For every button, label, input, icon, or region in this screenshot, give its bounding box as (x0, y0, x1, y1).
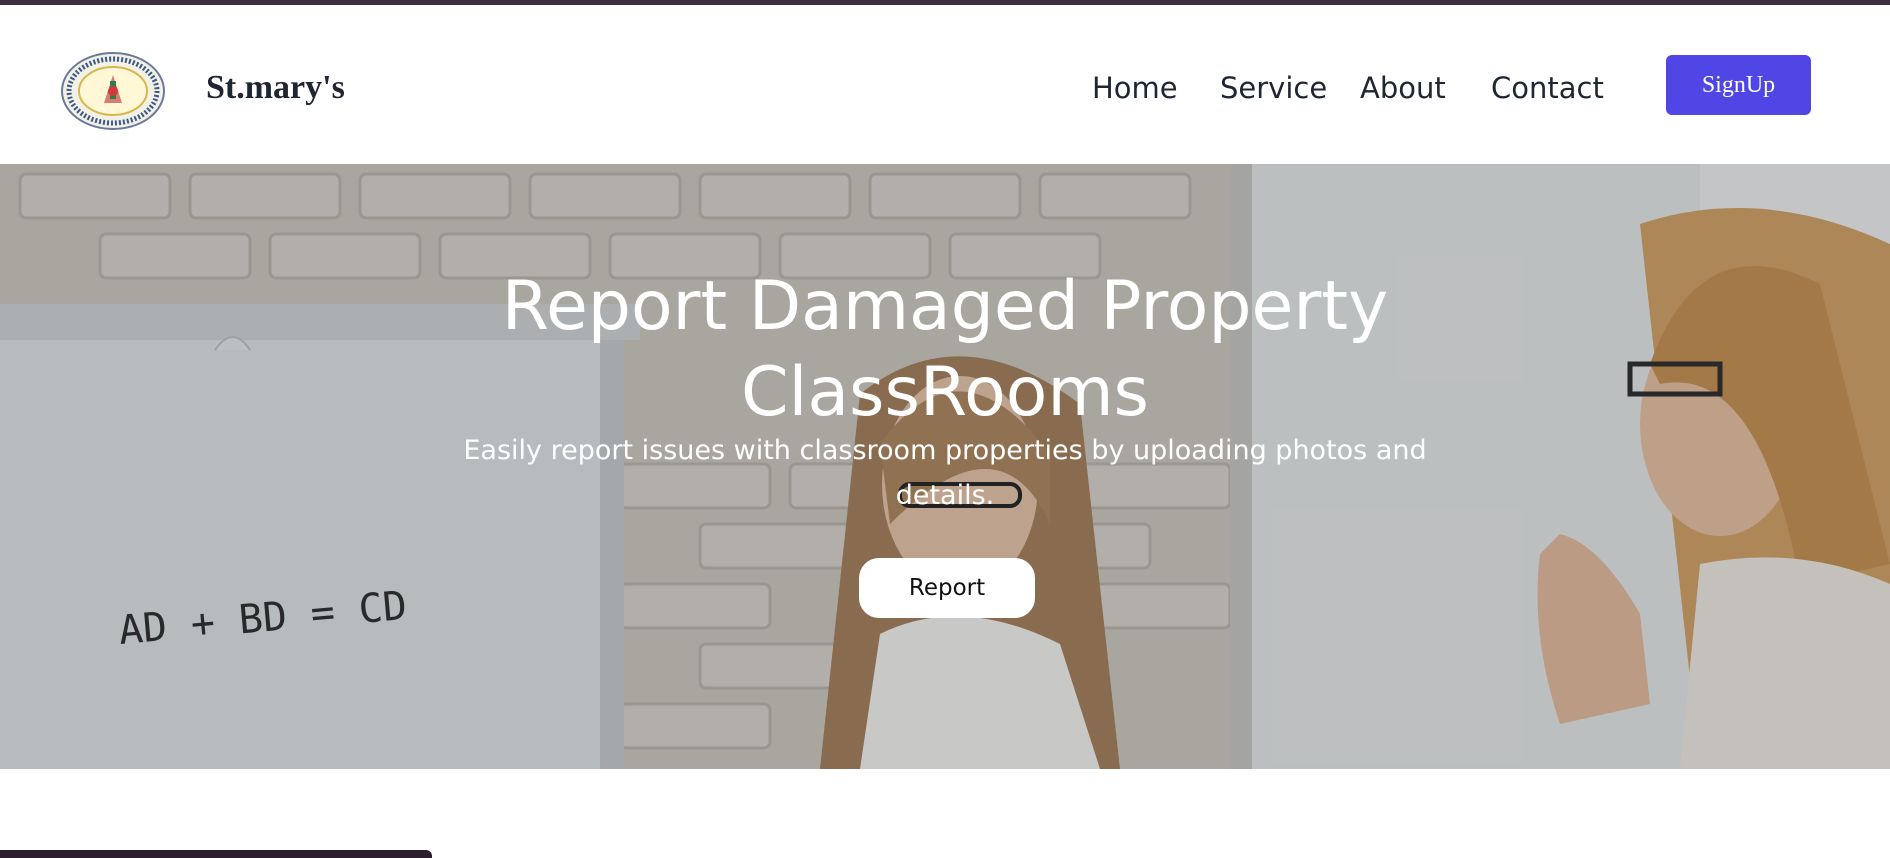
hero-content: Report Damaged Property ClassRooms Easil… (0, 164, 1890, 769)
nav-service-link[interactable]: Service (1220, 71, 1327, 105)
nav-about-link[interactable]: About (1360, 71, 1446, 105)
report-button[interactable]: Report (859, 558, 1035, 618)
main-nav: Home Service About Contact (0, 71, 1890, 111)
site-header: St.mary's Home Service About Contact Sig… (0, 5, 1890, 164)
hero-subtitle: Easily report issues with classroom prop… (463, 435, 1427, 511)
bottom-section-edge (0, 850, 432, 858)
nav-home-link[interactable]: Home (1092, 71, 1178, 105)
hero-title: Report Damaged Property ClassRooms (395, 264, 1495, 436)
hero-banner: AD + BD = CD Report Damaged Property Cla… (0, 164, 1890, 769)
hero-title-line-2: ClassRooms (741, 353, 1149, 432)
hero-title-line-1: Report Damaged Property (501, 267, 1389, 346)
nav-contact-link[interactable]: Contact (1491, 71, 1604, 105)
signup-button[interactable]: SignUp (1666, 55, 1811, 115)
